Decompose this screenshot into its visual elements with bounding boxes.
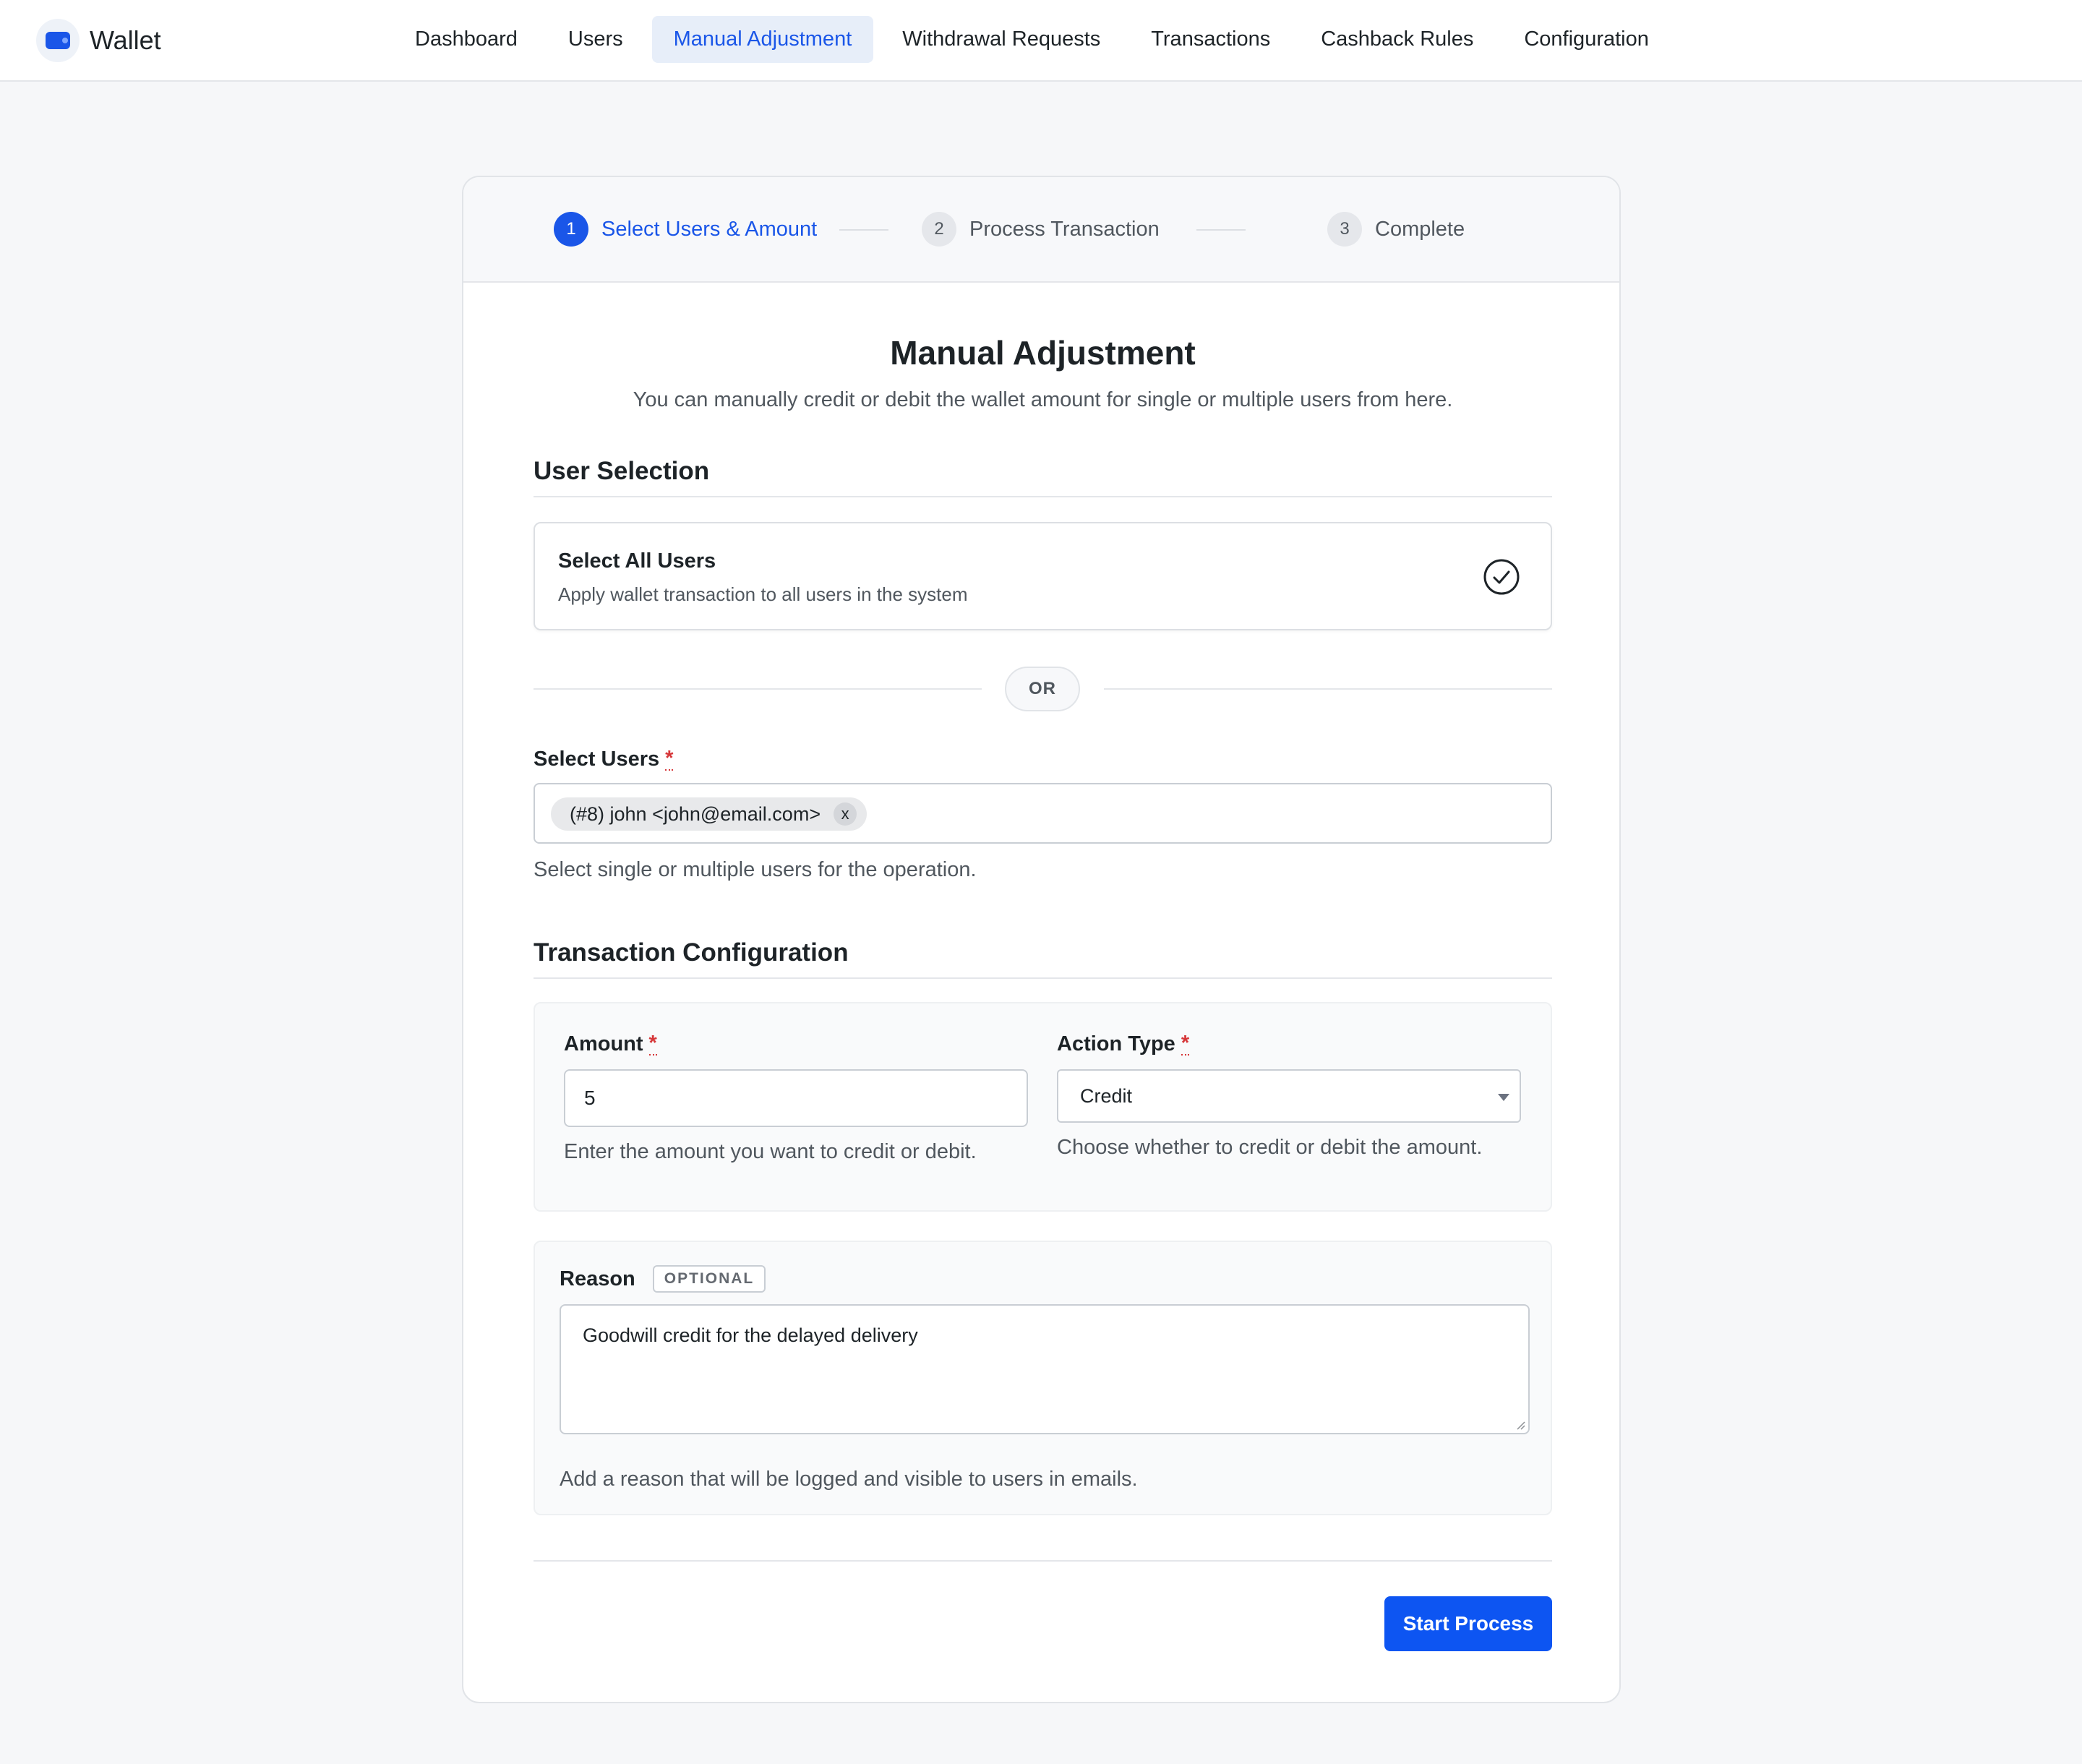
select-all-title: Select All Users [558,549,716,573]
reason-textarea[interactable]: Goodwill credit for the delayed delivery [560,1304,1530,1434]
select-users-label-text: Select Users [534,748,660,771]
step-connector [839,229,888,231]
required-marker: * [1181,1032,1190,1056]
brand[interactable]: Wallet [36,19,161,62]
select-all-users-option[interactable]: Select All Users Apply wallet transactio… [534,522,1552,630]
amount-help: Enter the amount you want to credit or d… [564,1140,977,1163]
wallet-icon [36,19,80,62]
start-process-button[interactable]: Start Process [1384,1596,1552,1651]
form-content: Manual Adjustment You can manually credi… [534,283,1552,1656]
nav-item-manual-adjustment[interactable]: Manual Adjustment [651,16,874,63]
step-process-transaction: 2 Process Transaction [922,212,1160,247]
or-badge: OR [1005,667,1080,711]
check-circle-icon[interactable] [1483,558,1520,596]
step-label: Process Transaction [969,217,1160,241]
action-type-help: Choose whether to credit or debit the am… [1057,1136,1483,1159]
reason-label: Reason [560,1267,635,1290]
amount-label-text: Amount [564,1032,643,1056]
nav-item-cashback-rules[interactable]: Cashback Rules [1299,16,1495,63]
step-label: Complete [1375,217,1465,241]
required-marker: * [648,1032,657,1056]
nav-item-transactions[interactable]: Transactions [1129,16,1292,63]
app-name: Wallet [90,25,161,55]
caret-down-icon [1498,1094,1509,1101]
divider-line [534,688,982,690]
select-users-help: Select single or multiple users for the … [534,858,977,881]
step-label: Select Users & Amount [601,217,818,241]
step-complete: 3 Complete [1327,212,1465,247]
step-connector [1196,229,1246,231]
reason-label-row: Reason OPTIONAL [560,1265,766,1293]
select-all-description: Apply wallet transaction to all users in… [558,583,968,605]
nav-item-users[interactable]: Users [547,16,645,63]
page-subtitle: You can manually credit or debit the wal… [633,388,1453,411]
optional-badge: OPTIONAL [652,1265,766,1293]
remove-user-button[interactable]: x [834,802,857,826]
select-users-label: Select Users * [534,748,1552,771]
nav-item-withdrawal-requests[interactable]: Withdrawal Requests [881,16,1122,63]
select-users-input[interactable]: (#8) john <john@email.com> x [534,783,1552,844]
nav-item-configuration[interactable]: Configuration [1502,16,1671,63]
selected-user-tag: (#8) john <john@email.com> x [551,797,868,831]
adjustment-card: 1 Select Users & Amount 2 Process Transa… [462,176,1621,1703]
page-title: Manual Adjustment [890,334,1196,372]
step-select-users: 1 Select Users & Amount [554,212,817,247]
action-type-value: Credit [1080,1085,1133,1107]
action-type-label-text: Action Type [1057,1032,1175,1056]
amount-label: Amount * [564,1032,1028,1056]
action-type-select[interactable]: Credit [1057,1069,1521,1123]
step-number: 1 [554,212,588,247]
amount-action-panel: Amount * Enter the amount you want to cr… [534,1002,1552,1212]
amount-field-group: Amount * Enter the amount you want to cr… [564,1032,1028,1164]
form-actions: Start Process [534,1562,1552,1656]
main-nav: Dashboard Users Manual Adjustment Withdr… [393,16,1678,63]
or-divider: OR [534,667,1552,711]
required-marker: * [665,747,674,771]
divider-line [1104,688,1552,690]
reason-value: Goodwill credit for the delayed delivery [583,1324,918,1346]
action-type-label: Action Type * [1057,1032,1521,1056]
amount-input[interactable] [564,1069,1028,1127]
section-heading-user-selection: User Selection [534,457,1552,497]
section-heading-transaction-configuration: Transaction Configuration [534,938,1552,979]
nav-item-dashboard[interactable]: Dashboard [393,16,539,63]
selected-user-label: (#8) john <john@email.com> [570,802,821,825]
stepper: 1 Select Users & Amount 2 Process Transa… [463,177,1619,283]
top-bar: Wallet Dashboard Users Manual Adjustment… [0,0,2082,82]
resize-handle-icon[interactable] [1514,1418,1525,1430]
reason-panel: Reason OPTIONAL Goodwill credit for the … [534,1241,1552,1515]
action-type-field-group: Action Type * Credit Choose whether to c… [1057,1032,1521,1160]
step-number: 3 [1327,212,1362,247]
step-number: 2 [922,212,956,247]
reason-help: Add a reason that will be logged and vis… [560,1468,1138,1491]
